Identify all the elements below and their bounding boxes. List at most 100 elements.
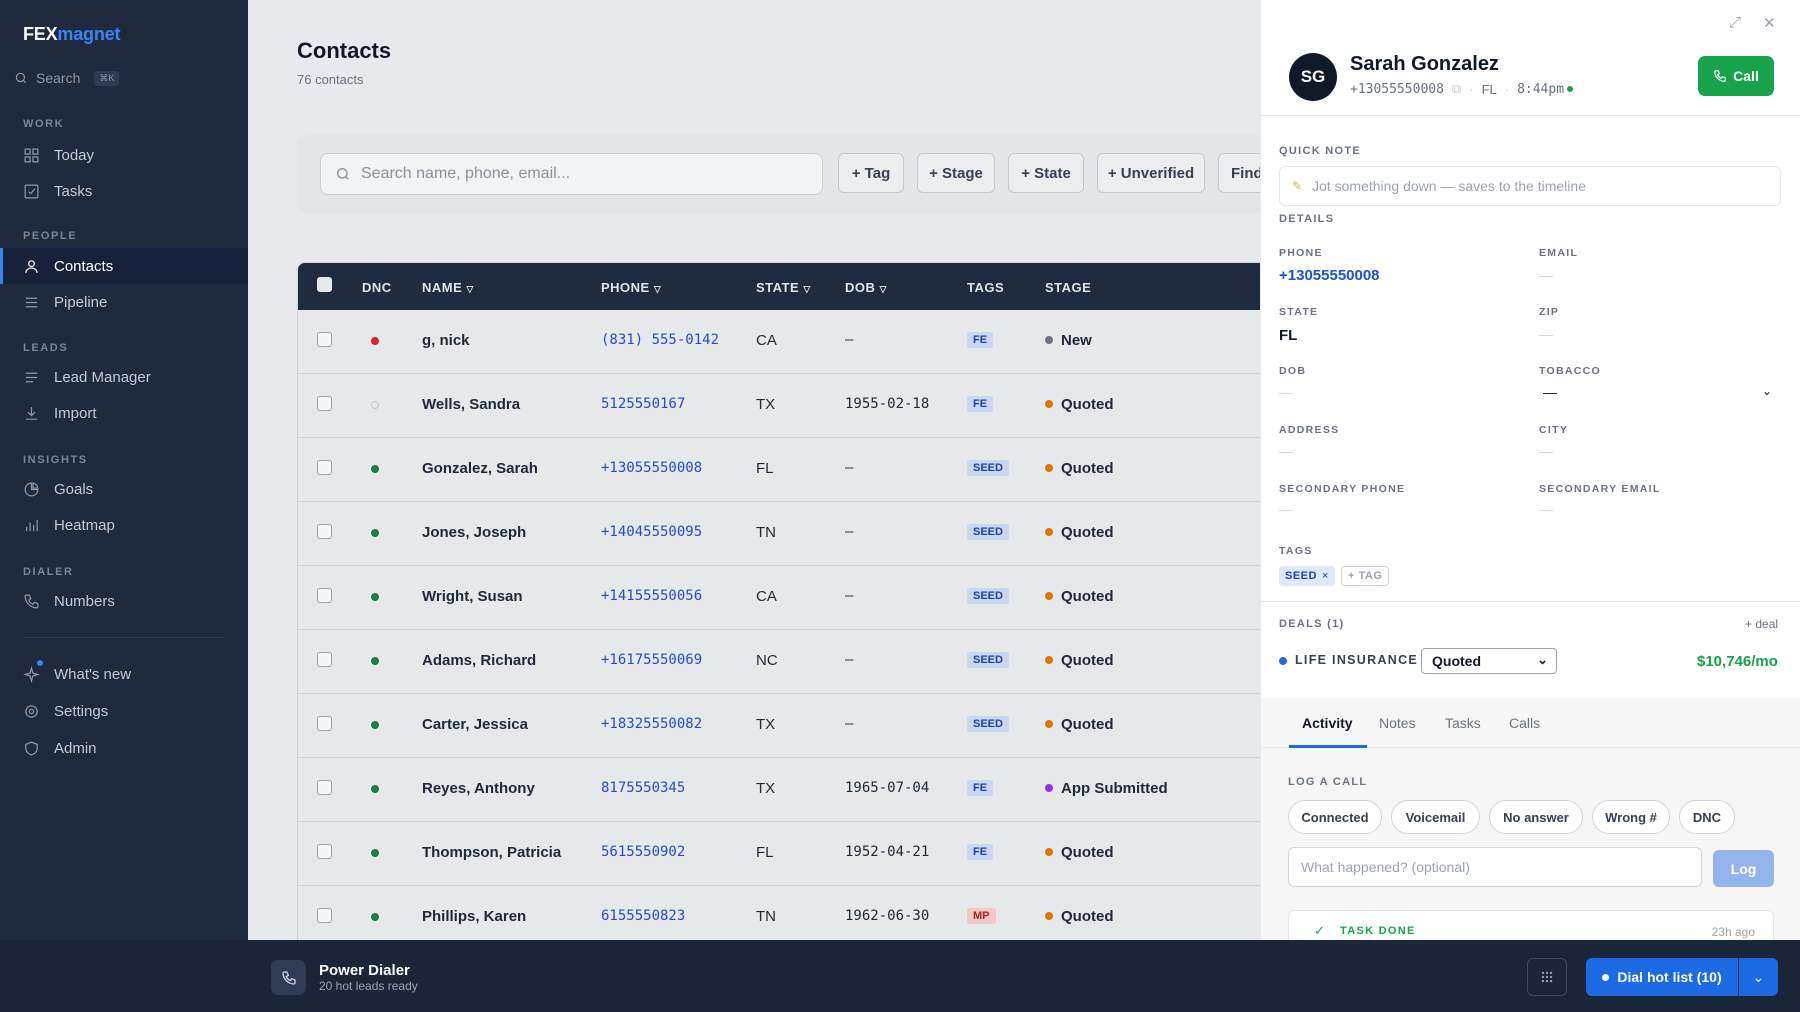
close-icon[interactable]: ✕ <box>1763 14 1776 32</box>
table-row[interactable]: Gonzalez, Sarah +13055550008 FL – SEED Quoted <box>298 438 1260 502</box>
contact-name-cell[interactable]: Wright, Susan <box>422 588 523 605</box>
sidebar-item-numbers[interactable]: Numbers <box>0 583 248 619</box>
sidebar-item-import[interactable]: Import <box>0 395 248 431</box>
filter-tag-button[interactable]: + Tag <box>838 153 904 193</box>
sidebar-search[interactable]: Search ⌘K <box>14 70 120 86</box>
email-value[interactable]: — <box>1539 267 1553 283</box>
table-row[interactable]: Carter, Jessica +18325550082 TX – SEED Quoted <box>298 694 1260 758</box>
find-button[interactable]: Find <box>1218 153 1260 193</box>
contact-name-cell[interactable]: Adams, Richard <box>422 652 536 669</box>
row-checkbox[interactable] <box>317 844 332 859</box>
quick-note-input[interactable]: ✎ Jot something down — saves to the time… <box>1279 166 1781 206</box>
col-state[interactable]: STATE ▽ <box>756 280 811 295</box>
log-button[interactable]: Log <box>1713 850 1774 887</box>
contact-name-cell[interactable]: Carter, Jessica <box>422 716 528 733</box>
row-checkbox[interactable] <box>317 716 332 731</box>
contact-name-cell[interactable]: g, nick <box>422 332 470 349</box>
table-row[interactable]: Jones, Joseph +14045550095 TN – SEED Quoted <box>298 502 1260 566</box>
table-row[interactable]: Wright, Susan +14155550056 CA – SEED Quoted <box>298 566 1260 630</box>
dial-hot-list-button[interactable]: Dial hot list (10) <box>1586 958 1738 996</box>
phone-cell[interactable]: +16175550069 <box>601 652 702 668</box>
keypad-button[interactable] <box>1527 958 1567 996</box>
secondary-phone-value[interactable]: — <box>1279 501 1293 517</box>
table-row[interactable]: Wells, Sandra 5125550167 TX 1955-02-18 FE Quo… <box>298 374 1260 438</box>
copy-icon[interactable]: ⧉ <box>1452 81 1461 97</box>
city-value[interactable]: — <box>1539 443 1553 459</box>
add-tag-button[interactable]: + TAG <box>1341 566 1390 586</box>
tobacco-select[interactable]: — <box>1543 384 1557 400</box>
contact-name-cell[interactable]: Thompson, Patricia <box>422 844 561 861</box>
sidebar-item-admin[interactable]: Admin <box>0 730 248 766</box>
filter-stage-button[interactable]: + Stage <box>917 153 995 193</box>
sidebar-item-goals[interactable]: Goals <box>0 471 248 507</box>
phone-cell[interactable]: +14155550056 <box>601 588 702 604</box>
table-row[interactable]: Adams, Richard +16175550069 NC – SEED Quoted <box>298 630 1260 694</box>
table-row[interactable]: Phillips, Karen 6155550823 TN 1962-06-30 MP Q… <box>298 886 1260 940</box>
phone-cell[interactable]: 6155550823 <box>601 908 685 924</box>
note-icon: ✎ <box>1292 179 1303 193</box>
tag-remove-icon[interactable]: × <box>1322 570 1329 582</box>
row-checkbox[interactable] <box>317 652 332 667</box>
select-all-checkbox[interactable] <box>317 277 332 292</box>
phone-cell[interactable]: +18325550082 <box>601 716 702 732</box>
phone-cell[interactable]: +14045550095 <box>601 524 702 540</box>
sidebar-item-settings[interactable]: Settings <box>0 693 248 729</box>
add-deal-button[interactable]: + deal <box>1745 617 1778 631</box>
state-value[interactable]: FL <box>1279 327 1297 344</box>
contact-name-cell[interactable]: Reyes, Anthony <box>422 780 535 797</box>
row-checkbox[interactable] <box>317 524 332 539</box>
row-checkbox[interactable] <box>317 460 332 475</box>
sidebar-item-pipeline[interactable]: Pipeline <box>0 284 248 320</box>
phone-cell[interactable]: +13055550008 <box>601 460 702 476</box>
sidebar-item-today[interactable]: Today <box>0 137 248 173</box>
row-checkbox[interactable] <box>317 908 332 923</box>
row-checkbox[interactable] <box>317 588 332 603</box>
col-phone[interactable]: PHONE ▽ <box>601 280 661 295</box>
tab-tasks[interactable]: Tasks <box>1445 715 1481 731</box>
log-dnc-button[interactable]: DNC <box>1679 800 1735 834</box>
contact-name-cell[interactable]: Phillips, Karen <box>422 908 526 925</box>
filter-state-button[interactable]: + State <box>1008 153 1084 193</box>
row-checkbox[interactable] <box>317 332 332 347</box>
col-name[interactable]: NAME ▽ <box>422 280 474 295</box>
table-row[interactable]: Reyes, Anthony 8175550345 TX 1965-07-04 FE Ap… <box>298 758 1260 822</box>
call-notes-input[interactable]: What happened? (optional) <box>1288 847 1702 887</box>
row-checkbox[interactable] <box>317 780 332 795</box>
dob-value[interactable]: — <box>1279 384 1293 400</box>
log-wrong-number-button[interactable]: Wrong # <box>1592 800 1670 834</box>
secondary-email-value[interactable]: — <box>1539 501 1553 517</box>
sidebar-item-lead-manager[interactable]: Lead Manager <box>0 359 248 395</box>
search-input[interactable]: Search name, phone, email... <box>320 153 823 195</box>
tab-calls[interactable]: Calls <box>1509 715 1540 731</box>
sidebar-item-heatmap[interactable]: Heatmap <box>0 507 248 543</box>
dial-options-dropdown[interactable]: ⌄ <box>1739 958 1778 996</box>
sidebar-item-tasks[interactable]: Tasks <box>0 173 248 209</box>
log-voicemail-button[interactable]: Voicemail <box>1391 800 1480 834</box>
contact-name-cell[interactable]: Wells, Sandra <box>422 396 520 413</box>
brand-logo[interactable]: FEXmagnet <box>23 24 120 45</box>
table-row[interactable]: Thompson, Patricia 5615550902 FL 1952-04-21… <box>298 822 1260 886</box>
call-button[interactable]: Call <box>1698 56 1774 96</box>
filter-unverified-button[interactable]: + Unverified <box>1097 153 1205 193</box>
col-dob[interactable]: DOB ▽ <box>845 280 887 295</box>
sidebar-item-contacts[interactable]: Contacts <box>0 248 248 284</box>
log-connected-button[interactable]: Connected <box>1288 800 1382 834</box>
contact-name-cell[interactable]: Jones, Joseph <box>422 524 526 541</box>
table-row[interactable]: g, nick (831) 555-0142 CA – FE New <box>298 310 1260 374</box>
contact-name-cell[interactable]: Gonzalez, Sarah <box>422 460 538 477</box>
phone-cell[interactable]: (831) 555-0142 <box>601 332 719 348</box>
phone-cell[interactable]: 8175550345 <box>601 780 685 796</box>
deal-stage-select[interactable]: Quoted ⌄ <box>1421 648 1557 674</box>
expand-icon[interactable]: ⤢ <box>1729 14 1741 31</box>
row-checkbox[interactable] <box>317 396 332 411</box>
power-dialer-icon-button[interactable] <box>271 960 306 995</box>
tab-notes[interactable]: Notes <box>1379 715 1416 731</box>
zip-value[interactable]: — <box>1539 326 1553 342</box>
log-no-answer-button[interactable]: No answer <box>1489 800 1583 834</box>
phone-value[interactable]: +13055550008 <box>1279 267 1380 284</box>
tab-activity[interactable]: Activity <box>1302 715 1353 731</box>
phone-cell[interactable]: 5615550902 <box>601 844 685 860</box>
phone-cell[interactable]: 5125550167 <box>601 396 685 412</box>
address-value[interactable]: — <box>1279 443 1293 459</box>
chevron-down-icon[interactable]: ⌄ <box>1762 384 1772 398</box>
